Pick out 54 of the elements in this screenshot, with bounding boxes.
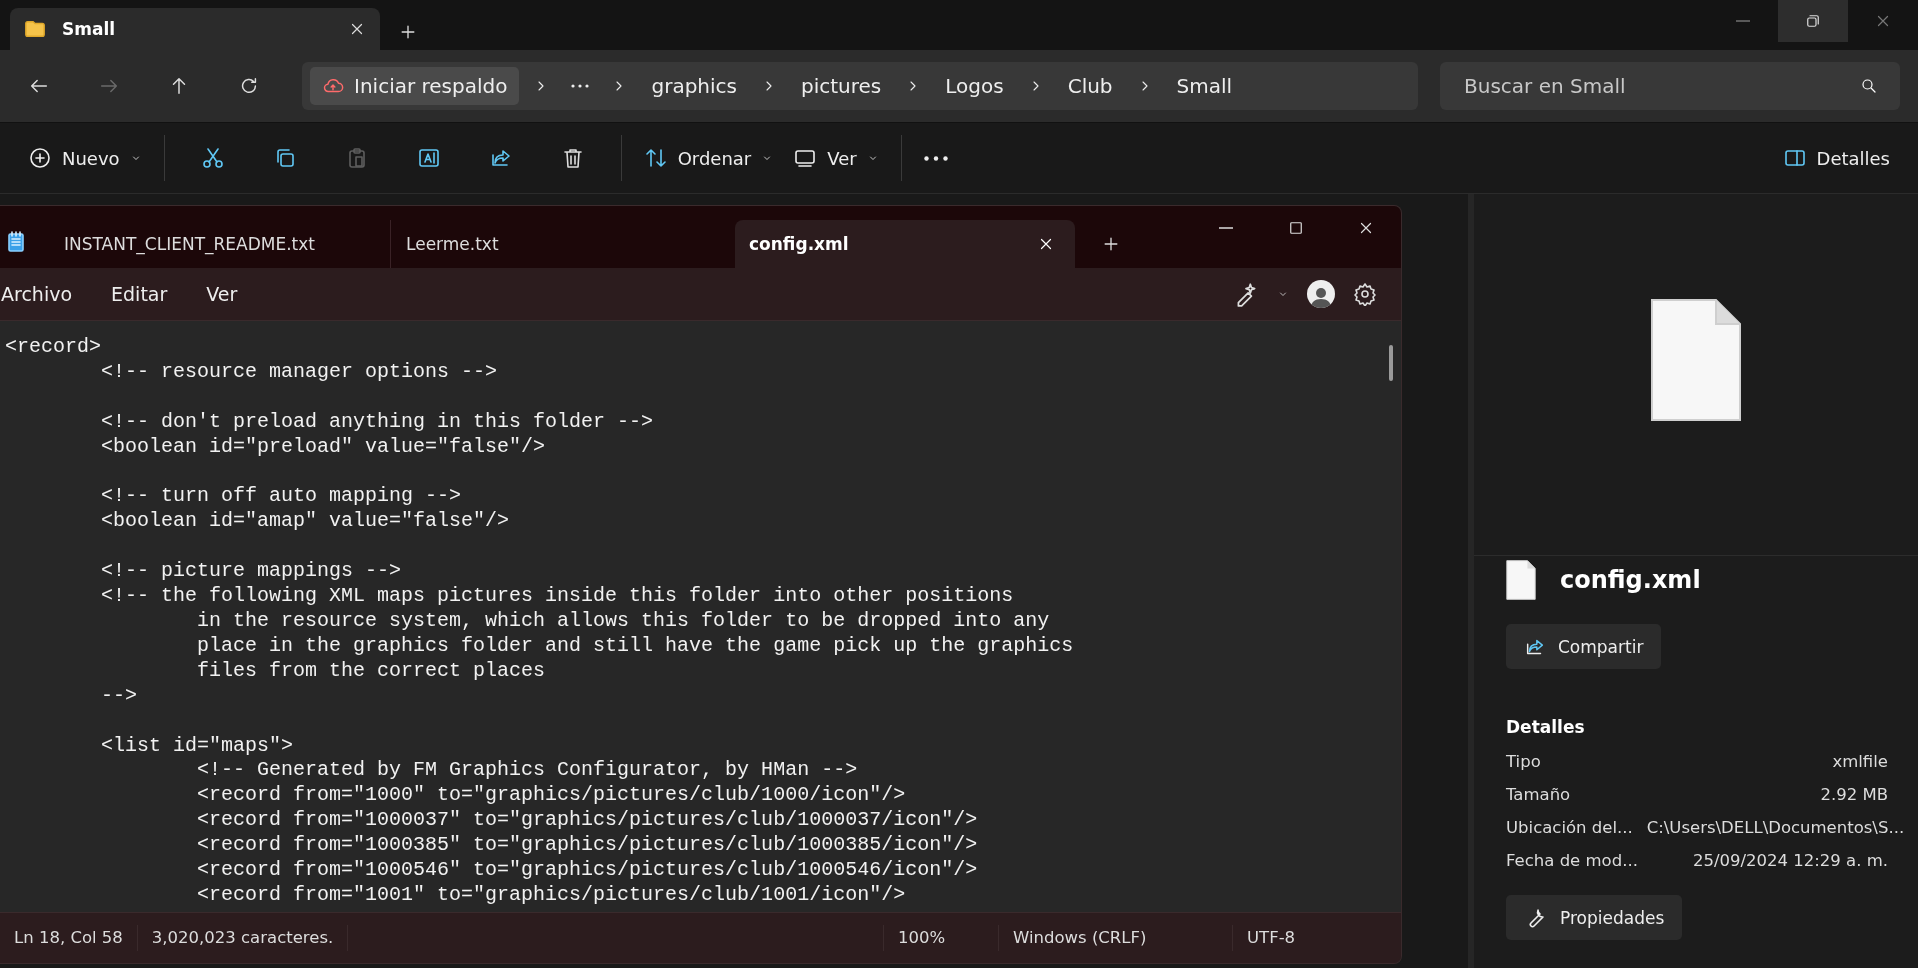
backup-button[interactable]: Iniciar respaldo (310, 67, 520, 105)
property-label: Ubicación del... (1506, 818, 1633, 837)
character-count: 3,020,023 caracteres. (137, 925, 349, 951)
breadcrumb-item[interactable]: Club (1057, 74, 1123, 98)
search-input[interactable]: Buscar en Small (1462, 73, 1860, 99)
folder-icon (24, 18, 46, 40)
property-value: xmlfile (1832, 752, 1888, 771)
breadcrumb-item[interactable]: pictures (791, 74, 892, 98)
maximize-icon (1287, 219, 1305, 237)
file-icon (1650, 297, 1742, 422)
property-label: Tamaño (1506, 785, 1571, 804)
minimize-icon (1219, 227, 1233, 229)
details-pane-button[interactable]: Detalles (1772, 138, 1900, 178)
properties-button[interactable]: Propiedades (1506, 895, 1683, 940)
window-tab[interactable]: Small (10, 8, 380, 50)
search-field[interactable]: Buscar en Small (1440, 62, 1900, 110)
scissors-icon (200, 146, 225, 170)
file-tab[interactable]: INSTANT_CLIENT_README.txt (0, 220, 390, 268)
cursor-position: Ln 18, Col 58 (0, 925, 138, 951)
property-label: Tipo (1506, 752, 1541, 771)
property-value: 25/09/2024 12:29 a. m. (1692, 851, 1888, 870)
breadcrumb-item[interactable]: graphics (641, 74, 747, 98)
more-icon (923, 155, 948, 161)
breadcrumb-item[interactable]: Logos (935, 74, 1014, 98)
line-endings: Windows (CRLF) (999, 925, 1233, 951)
property-label: Fecha de mod... (1506, 851, 1638, 870)
settings-icon (1353, 282, 1377, 306)
sort-button[interactable]: Ordenar (633, 138, 784, 178)
more-icon (571, 84, 590, 88)
zoom-level: 100% (883, 925, 999, 951)
encoding: UTF-8 (1246, 927, 1297, 949)
rename-icon (416, 146, 441, 170)
restore-icon (1804, 12, 1822, 30)
menu-item[interactable]: Ver (206, 283, 259, 305)
sort-arrows-icon (643, 146, 668, 170)
scrollbar-thumb[interactable] (1389, 345, 1393, 381)
property-value: 2.92 MB (1820, 785, 1888, 804)
breadcrumb-item[interactable]: Small (1166, 74, 1243, 98)
new-button[interactable]: Nuevo (18, 138, 152, 178)
view-button[interactable]: Ver (783, 138, 889, 178)
property-value: C:\Users\DELL\Documentos\S... (1646, 818, 1905, 837)
address-bar[interactable]: Iniciar respaldo graphics pictures Logos Club Small (302, 62, 1418, 110)
plus-circle-icon (28, 146, 52, 170)
menu-item[interactable]: Archivo (1, 283, 94, 305)
file-name: config.xml (1560, 566, 1701, 594)
section-heading: Detalles (1506, 717, 1586, 737)
share-button[interactable]: Compartir (1506, 624, 1662, 669)
avatar-icon[interactable] (1307, 280, 1335, 308)
file-icon (1506, 560, 1536, 600)
search-icon (1860, 77, 1878, 95)
file-tab[interactable]: config.xml (735, 220, 1075, 268)
minimize-icon (1736, 20, 1750, 22)
code-text: <record> <!-- resource manager options --> <!-- don't preload anything in this folder --> <boolean id="preload" value="false"/> <!-- turn off auto mapping --> <boolean id="amap" value="false"/> <!-- picture mappings --> <!-- the following XML maps pictures inside this folder into other positions in the resource system, which allows this folder to be dropped into any place in the graphics folder and still have the game pick up the graphics files from the correct places --> <list id="maps"> <!-- Generated by FM Graphics Configurator, by HMan --> <record from="1000" to="graphics/pictures/club/1000/icon"/> <record from="1000037" to="graphics/pictures/club/1000037/icon"/> <record from="1000385" to="graphics/pictures/club/1000385/icon"/> <record from="1000546" to="graphics/pictures/club/1000546/icon"/> <record from="1001" to="graphics/pictures/club/1001/icon"/> (4, 334, 1075, 908)
menu-item[interactable]: Editar (111, 283, 189, 305)
